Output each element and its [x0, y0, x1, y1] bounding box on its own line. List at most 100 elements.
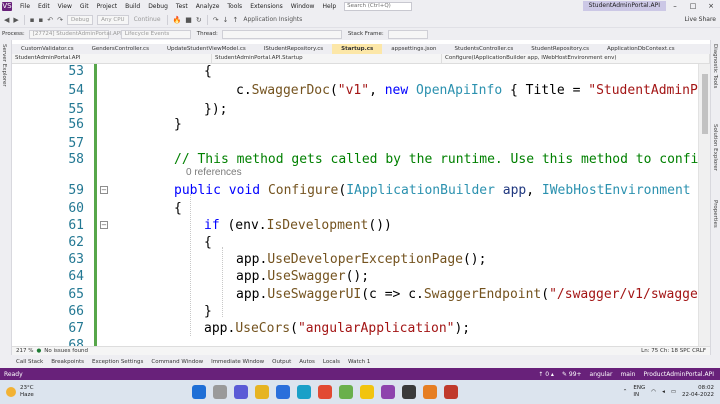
editor-vertical-scrollbar[interactable] — [698, 64, 710, 346]
tab-call-stack[interactable]: Call Stack — [12, 359, 47, 365]
zoom-select[interactable]: 217 % — [16, 348, 33, 354]
live-share-button[interactable]: Live Share — [685, 16, 720, 23]
branch-indicator[interactable]: main — [620, 371, 635, 378]
line-number: 68 — [68, 338, 84, 346]
process-select[interactable]: [27724] StudentAdminPortal.API.e — [28, 29, 127, 39]
application-insights-button[interactable]: Application Insights — [240, 16, 305, 23]
menu-test[interactable]: Test — [172, 3, 192, 10]
file-explorer-icon[interactable] — [254, 385, 269, 399]
app-icon[interactable] — [422, 385, 437, 399]
project-select[interactable]: StudentAdminPortal.API — [12, 54, 212, 63]
tab-startup[interactable]: Startup.cs — [332, 44, 383, 54]
forward-icon[interactable]: ▶ — [11, 16, 20, 24]
menu-edit[interactable]: Edit — [34, 3, 54, 10]
redo-icon[interactable]: ↷ — [55, 16, 65, 24]
repo-indicator[interactable]: angular — [590, 371, 613, 378]
lifecycle-events-select[interactable]: Lifecycle Events — [120, 29, 191, 39]
restart-icon[interactable]: ↻ — [194, 16, 204, 24]
minimize-icon[interactable]: – — [666, 2, 684, 10]
collapse-icon[interactable]: − — [100, 186, 108, 194]
step-out-icon[interactable]: ↑ — [231, 16, 241, 24]
clock[interactable]: 08:02 22-04-2022 — [682, 385, 714, 399]
type-select[interactable]: StudentAdminPortal.API.Startup — [212, 54, 442, 63]
menu-tools[interactable]: Tools — [223, 3, 246, 10]
menu-build[interactable]: Build — [121, 3, 144, 10]
member-select[interactable]: Configure(IApplicationBuilder app, IWebH… — [442, 54, 710, 63]
app-icon[interactable] — [359, 385, 374, 399]
start-icon[interactable] — [191, 385, 206, 399]
tab-watch-1[interactable]: Watch 1 — [344, 359, 374, 365]
menu-view[interactable]: View — [54, 3, 76, 10]
search-icon[interactable] — [212, 385, 227, 399]
repository-indicator[interactable]: ProductAdminPortal.API — [643, 371, 714, 378]
weather-widget[interactable]: 23°C Haze — [20, 385, 34, 399]
menu-file[interactable]: File — [16, 3, 34, 10]
tab-breakpoints[interactable]: Breakpoints — [47, 359, 88, 365]
tab-studentscontroller[interactable]: StudentsController.cs — [446, 44, 523, 54]
solution-explorer-tab[interactable]: Solution Explorer — [712, 124, 718, 171]
issues-indicator[interactable]: No issues found — [44, 348, 88, 354]
tab-autos[interactable]: Autos — [295, 359, 319, 365]
chevron-up-icon[interactable]: ⌃ — [623, 389, 628, 395]
terminal-icon[interactable] — [401, 385, 416, 399]
step-over-icon[interactable]: ↷ — [211, 16, 221, 24]
configuration-select[interactable]: Debug — [67, 14, 94, 25]
tab-exception-settings[interactable]: Exception Settings — [88, 359, 147, 365]
app-icon[interactable] — [443, 385, 458, 399]
code-editor[interactable]: 53 54 55 56 57 58 59 60 61 62 63 64 65 6… — [12, 64, 698, 346]
tab-updatestudentviewmodel[interactable]: UpdateStudentViewModel.cs — [158, 44, 255, 54]
pending-changes-indicator[interactable]: ✎ 99+ — [562, 371, 582, 378]
menu-window[interactable]: Window — [287, 3, 319, 10]
git-sync-indicator[interactable]: ↑ 0 ▴ — [538, 371, 554, 378]
back-icon[interactable]: ◀ — [2, 16, 11, 24]
tab-studentrepository[interactable]: StudentRepository.cs — [522, 44, 598, 54]
thread-select[interactable] — [221, 29, 342, 39]
toolbar-separator — [23, 14, 25, 25]
tab-genderscontroller[interactable]: GendersController.cs — [83, 44, 158, 54]
battery-icon[interactable]: ▭ — [671, 389, 676, 395]
search-input[interactable]: Search (Ctrl+Q) — [344, 1, 413, 11]
stack-frame-select[interactable] — [387, 29, 428, 39]
tab-command-window[interactable]: Command Window — [147, 359, 207, 365]
step-into-icon[interactable]: ↓ — [221, 16, 231, 24]
edge-icon[interactable] — [296, 385, 311, 399]
volume-icon[interactable]: ◂ — [662, 389, 665, 395]
app-icon[interactable] — [338, 385, 353, 399]
continue-button[interactable]: Continue — [131, 16, 164, 23]
save-all-icon[interactable]: ▪ — [37, 16, 46, 24]
tab-applicationdbcontext[interactable]: ApplicationDbContext.cs — [598, 44, 684, 54]
vscode-icon[interactable] — [275, 385, 290, 399]
menu-help[interactable]: Help — [318, 3, 340, 10]
code-line-66: } — [204, 304, 212, 319]
diagnostic-tools-tab[interactable]: Diagnostic Tools — [712, 44, 718, 88]
tab-immediate-window[interactable]: Immediate Window — [207, 359, 268, 365]
stop-icon[interactable]: ■ — [183, 16, 194, 24]
language-indicator[interactable]: ENG IN — [633, 385, 645, 399]
properties-tab[interactable]: Properties — [712, 200, 718, 228]
task-view-icon[interactable] — [233, 385, 248, 399]
tab-customvalidator[interactable]: CustomValidator.cs — [12, 44, 83, 54]
check-icon: ● — [36, 348, 42, 354]
menu-git[interactable]: Git — [76, 3, 93, 10]
visual-studio-icon[interactable] — [380, 385, 395, 399]
tab-output[interactable]: Output — [268, 359, 295, 365]
codelens-references[interactable]: 0 references — [186, 167, 242, 178]
chrome-icon[interactable] — [317, 385, 332, 399]
tab-locals[interactable]: Locals — [319, 359, 344, 365]
scrollbar-thumb[interactable] — [702, 74, 708, 134]
save-icon[interactable]: ▪ — [28, 16, 37, 24]
tab-istudentrepository[interactable]: IStudentRepository.cs — [255, 44, 332, 54]
menu-debug[interactable]: Debug — [144, 3, 172, 10]
menu-extensions[interactable]: Extensions — [246, 3, 287, 10]
collapse-icon[interactable]: − — [100, 221, 108, 229]
wifi-icon[interactable]: ◠ — [651, 389, 656, 395]
close-icon[interactable]: × — [702, 2, 720, 10]
maximize-icon[interactable]: □ — [684, 2, 702, 10]
menu-project[interactable]: Project — [93, 3, 122, 10]
menu-analyze[interactable]: Analyze — [192, 3, 224, 10]
server-explorer-tab[interactable]: Server Explorer — [1, 44, 7, 87]
tab-appsettings[interactable]: appsettings.json — [382, 44, 445, 54]
platform-select[interactable]: Any CPU — [97, 14, 129, 25]
hot-reload-icon[interactable]: 🔥 — [171, 16, 184, 24]
undo-icon[interactable]: ↶ — [45, 16, 55, 24]
